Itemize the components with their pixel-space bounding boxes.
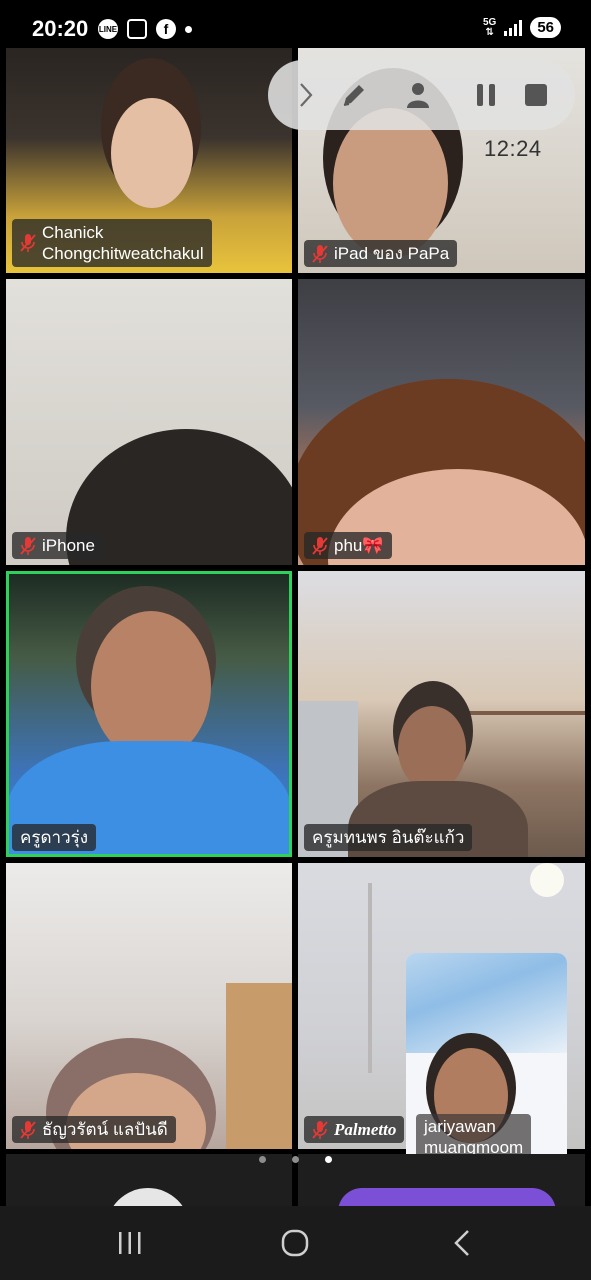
page-indicator[interactable] bbox=[259, 1156, 332, 1163]
video-feed bbox=[298, 279, 585, 565]
page-dot[interactable] bbox=[292, 1156, 299, 1163]
participant-name: ครูมทนพร อินต๊ะแก้ว bbox=[312, 828, 465, 847]
participant-name: iPad ของ PaPa bbox=[334, 244, 450, 263]
pause-icon[interactable] bbox=[466, 75, 506, 115]
participant-name: Palmetto bbox=[334, 1120, 397, 1139]
muted-mic-icon bbox=[20, 536, 36, 556]
participant-tile[interactable]: ครูมทนพร อินต๊ะแก้ว bbox=[298, 571, 585, 857]
navigation-bar bbox=[0, 1206, 591, 1280]
stop-icon[interactable] bbox=[516, 75, 556, 115]
line-icon: LINE bbox=[98, 19, 118, 39]
participant-name: ธัญวรัตน์ แลปันดี bbox=[42, 1120, 168, 1139]
participant-name-label: iPhone bbox=[12, 532, 103, 559]
video-feed bbox=[6, 279, 292, 565]
participant-name-label: phu🎀 bbox=[304, 532, 392, 559]
participant-name-label: Chanick Chongchitweatchakul bbox=[12, 219, 212, 267]
muted-mic-icon bbox=[20, 233, 36, 253]
video-feed bbox=[298, 571, 585, 857]
muted-mic-icon bbox=[20, 1120, 36, 1140]
participant-name-label: iPad ของ PaPa bbox=[304, 240, 458, 267]
status-bar: 20:20 LINE f 5G ⇅ 56 bbox=[0, 0, 591, 52]
page-dot[interactable] bbox=[259, 1156, 266, 1163]
muted-mic-icon bbox=[312, 244, 328, 264]
participant-tile[interactable]: phu🎀 bbox=[298, 279, 585, 565]
muted-mic-icon bbox=[312, 536, 328, 556]
recording-timer: 12:24 bbox=[484, 136, 542, 161]
participant-name-label: Palmetto bbox=[304, 1116, 405, 1143]
signal-icon bbox=[504, 19, 523, 36]
participant-name-label: ครูดาวรุ่ง bbox=[12, 824, 97, 851]
expand-icon[interactable] bbox=[286, 75, 326, 115]
participant-name: iPhone bbox=[42, 536, 95, 555]
participant-name: ครูดาวรุ่ง bbox=[20, 828, 89, 847]
participant-name-label: ธัญวรัตน์ แลปันดี bbox=[12, 1116, 176, 1143]
participant-tile[interactable]: iPhone bbox=[6, 279, 292, 565]
participant-tile-active-speaker[interactable]: ครูดาวรุ่ง bbox=[6, 571, 292, 857]
muted-mic-icon bbox=[312, 1120, 328, 1140]
facebook-icon: f bbox=[156, 19, 176, 39]
participant-name-label: ครูมทนพร อินต๊ะแก้ว bbox=[304, 824, 473, 851]
video-feed bbox=[6, 863, 292, 1149]
home-icon[interactable] bbox=[273, 1226, 317, 1260]
back-icon[interactable] bbox=[440, 1226, 484, 1260]
page-dot-active[interactable] bbox=[325, 1156, 332, 1163]
recent-apps-icon[interactable] bbox=[108, 1226, 152, 1260]
meeting-controls-bar bbox=[268, 60, 575, 130]
toolbar-left-panel bbox=[6, 1154, 292, 1272]
status-time: 20:20 bbox=[32, 16, 89, 41]
participant-name: Chanick Chongchitweatchakul bbox=[42, 223, 204, 263]
self-view-tile[interactable]: jariyawan muangmoom bbox=[406, 953, 567, 1166]
pen-icon[interactable] bbox=[334, 75, 374, 115]
network-type: 5G ⇅ bbox=[482, 16, 497, 38]
notification-dot-icon bbox=[185, 25, 192, 33]
participant-tile[interactable]: Chanick Chongchitweatchakul bbox=[6, 48, 292, 273]
participant-name: phu🎀 bbox=[334, 536, 384, 555]
participant-tile[interactable]: ธัญวรัตน์ แลปันดี bbox=[6, 863, 292, 1149]
toolbar-right-panel bbox=[298, 1154, 585, 1248]
battery-indicator: 56 bbox=[530, 17, 561, 38]
person-icon[interactable] bbox=[398, 75, 438, 115]
status-app-icons: LINE f bbox=[98, 19, 192, 39]
screenshot-icon bbox=[127, 19, 147, 39]
video-feed bbox=[6, 571, 292, 857]
